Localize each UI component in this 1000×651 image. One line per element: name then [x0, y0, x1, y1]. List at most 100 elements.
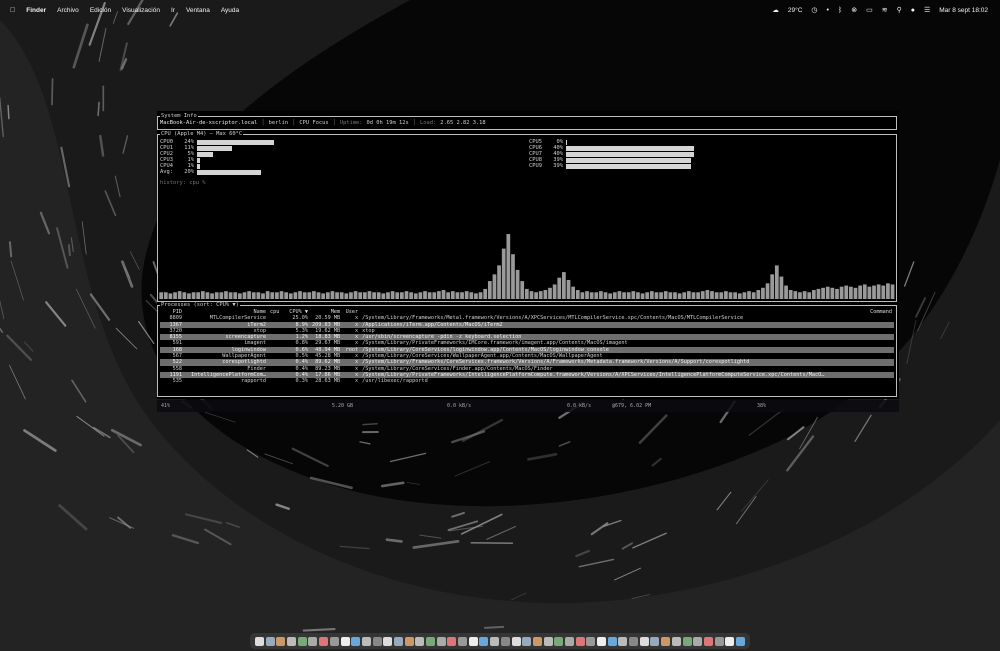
cpu-history-bar: [358, 292, 363, 299]
dock-app-icon[interactable]: [703, 636, 713, 646]
cpu-history-bar: [705, 290, 710, 299]
dock-app-icon[interactable]: [426, 636, 435, 646]
dock-app-icon[interactable]: [404, 636, 414, 646]
menu-finder[interactable]: Finder: [26, 7, 46, 14]
dock-app-icon[interactable]: [714, 636, 724, 646]
dock-app-icon[interactable]: [447, 636, 457, 646]
dock-app-icon[interactable]: [383, 636, 393, 646]
menu-edicion[interactable]: Edición: [90, 7, 111, 14]
dock-app-icon[interactable]: [725, 636, 735, 646]
dock-app-icon[interactable]: [618, 636, 628, 646]
cpu-history-bar: [811, 290, 816, 299]
cpu-title: CPU (Apple M4) — Max 60°C: [160, 131, 244, 138]
dock-app-icon[interactable]: [436, 636, 446, 646]
dock-app-icon[interactable]: [287, 636, 297, 646]
wifi-icon[interactable]: ≋: [882, 6, 888, 14]
menu-bar:  Finder Archivo Edición Visualización I…: [0, 0, 1000, 20]
cpu-usage-bar: [197, 151, 213, 157]
dock-app-icon[interactable]: [500, 636, 510, 646]
dock-app-icon[interactable]: [329, 636, 339, 646]
dock-app-icon[interactable]: [297, 636, 307, 646]
dock-app-icon[interactable]: [554, 636, 564, 646]
cpu-history-bar: [737, 293, 742, 299]
cpu-history-bar: [191, 292, 196, 299]
cpu-history-bar: [413, 293, 418, 299]
dock-app-icon[interactable]: [511, 636, 521, 646]
dot-icon[interactable]: •: [827, 7, 829, 14]
dock-app-icon[interactable]: [693, 636, 703, 646]
separator: │: [412, 120, 416, 126]
dock-app-icon[interactable]: [671, 636, 681, 646]
dock-app-icon[interactable]: [661, 636, 671, 646]
dock-app-icon[interactable]: [265, 636, 275, 646]
dock-app-icon[interactable]: [586, 636, 596, 646]
apple-logo-icon[interactable]: : [10, 7, 15, 14]
dock-app-icon[interactable]: [276, 636, 286, 646]
dock-app-icon[interactable]: [479, 636, 489, 646]
cpu-history-bar: [765, 283, 770, 299]
dock-app-icon[interactable]: [308, 636, 318, 646]
dock-app-icon[interactable]: [319, 636, 329, 646]
menu-archivo[interactable]: Archivo: [57, 7, 79, 14]
cpu-history-bar: [284, 292, 289, 299]
cpu-history-bar: [617, 291, 622, 299]
dock-app-icon[interactable]: [393, 636, 403, 646]
search-icon[interactable]: ⚲: [897, 6, 902, 14]
dock-app-icon[interactable]: [650, 636, 660, 646]
cpu-history-bar: [316, 292, 321, 299]
bluetooth-icon[interactable]: ᛒ: [838, 7, 842, 14]
cpu-history-bar: [404, 291, 409, 299]
dock-app-icon[interactable]: [458, 636, 468, 646]
weather-icon[interactable]: ☁: [772, 6, 779, 14]
load-label: Load:: [420, 120, 437, 126]
dock-app-icon[interactable]: [255, 636, 264, 646]
dock-app-icon[interactable]: [629, 636, 639, 646]
clock-icon[interactable]: ◷: [811, 6, 817, 14]
cpu-history-bar: [390, 291, 395, 299]
cpu-history-bar: [691, 292, 696, 299]
dock-app-icon[interactable]: [372, 636, 382, 646]
process-row[interactable]: 535 rapportd 0.3% 28.63 MB x/usr/libexec/rap…: [160, 378, 894, 384]
menu-visualizacion[interactable]: Visualización: [122, 7, 160, 14]
dock-app-icon[interactable]: [415, 636, 425, 646]
menu-ventana[interactable]: Ventana: [186, 7, 210, 14]
dock-app-icon[interactable]: [468, 636, 478, 646]
dock-app-icon[interactable]: [639, 636, 649, 646]
cpu-history-bar: [719, 292, 724, 299]
cpu-history-bar: [210, 293, 214, 299]
dock-app-icon[interactable]: [340, 636, 350, 646]
dock-app-icon[interactable]: [543, 636, 553, 646]
user-icon[interactable]: ●: [911, 7, 915, 14]
dock-app-icon[interactable]: [735, 636, 745, 646]
terminal-window[interactable]: System Info MacBook-Air-de-xscriptor.loc…: [157, 111, 899, 399]
cpu-history-bar: [677, 293, 682, 299]
cpu-history-bar: [400, 292, 404, 299]
cpu-history-bar: [224, 291, 228, 299]
dock-app-icon[interactable]: [532, 636, 542, 646]
dock-app-icon[interactable]: [490, 636, 500, 646]
cpu-history-bar: [747, 291, 751, 299]
dock-app-icon[interactable]: [351, 636, 361, 646]
dock-app-icon[interactable]: [607, 636, 617, 646]
battery-icon[interactable]: ▭: [866, 6, 873, 14]
cpu-history-bar: [529, 291, 534, 299]
dock-app-icon[interactable]: [522, 636, 532, 646]
control-center-icon[interactable]: ☰: [924, 6, 930, 14]
dock-app-icon[interactable]: [575, 636, 585, 646]
menu-ayuda[interactable]: Ayuda: [221, 7, 239, 14]
process-cpu-pct: 0.3%: [295, 378, 309, 385]
cpu-history-bar: [673, 292, 677, 299]
cpu-history-bar: [589, 292, 594, 299]
link-icon[interactable]: ⊗: [851, 6, 857, 14]
weather-temp[interactable]: 29°C: [788, 7, 803, 14]
cpu-history-bar: [543, 290, 548, 299]
menu-ir[interactable]: Ir: [171, 7, 175, 14]
cpu-percent: 39%: [553, 162, 563, 169]
dock-app-icon[interactable]: [564, 636, 574, 646]
time-status: @679, 6.02 PM: [612, 403, 652, 409]
dock-app-icon[interactable]: [597, 636, 606, 646]
dock-app-icon[interactable]: [361, 636, 371, 646]
dock-app-icon[interactable]: [682, 636, 692, 646]
menu-datetime[interactable]: Mar 8 sept 18:02: [939, 7, 988, 14]
cpu-history-bar: [228, 292, 233, 299]
